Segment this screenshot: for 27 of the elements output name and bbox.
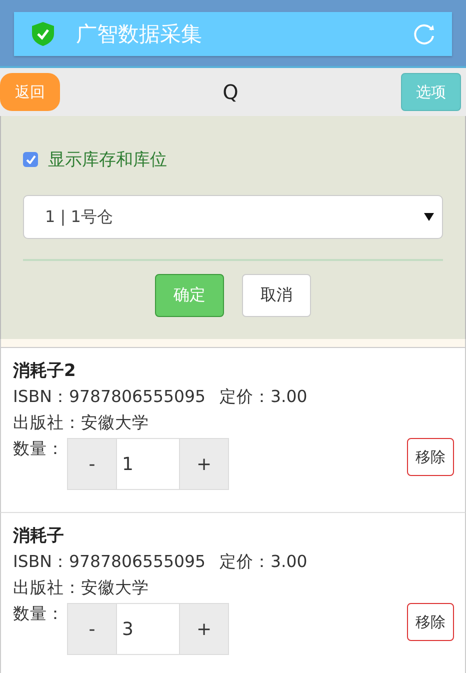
shield-check-icon (32, 22, 54, 46)
cancel-button[interactable]: 取消 (242, 274, 311, 317)
refresh-icon[interactable] (412, 22, 436, 46)
app-title: 广智数据采集 (76, 21, 203, 48)
quantity-label: 数量： (13, 438, 65, 460)
increment-button[interactable]: + (179, 603, 229, 655)
isbn-text: ISBN：9787806555095 (13, 386, 206, 408)
page-title: Q (222, 80, 238, 104)
warehouse-select[interactable]: 1 | 1号仓 (23, 195, 443, 239)
increment-button[interactable]: + (179, 438, 229, 490)
quantity-field[interactable]: 1 (117, 438, 179, 490)
price-text: 定价：3.00 (219, 386, 308, 408)
quantity-label: 数量： (13, 603, 65, 625)
remove-button[interactable]: 移除 (407, 438, 454, 476)
checkbox-label: 显示库存和库位 (48, 149, 167, 171)
item-name: 消耗子2 (13, 360, 77, 383)
item-name: 消耗子 (13, 525, 65, 548)
caret-icon (424, 213, 434, 221)
decrement-button[interactable]: - (67, 603, 117, 655)
price-text: 定价：3.00 (219, 551, 308, 573)
remove-button[interactable]: 移除 (407, 603, 454, 641)
publisher-text: 出版社：安徽大学 (13, 577, 149, 599)
checkbox[interactable] (23, 152, 38, 167)
decrement-button[interactable]: - (67, 438, 117, 490)
isbn-text: ISBN：9787806555095 (13, 551, 206, 573)
quantity-field[interactable]: 3 (117, 603, 179, 655)
publisher-text: 出版社：安徽大学 (13, 412, 149, 434)
